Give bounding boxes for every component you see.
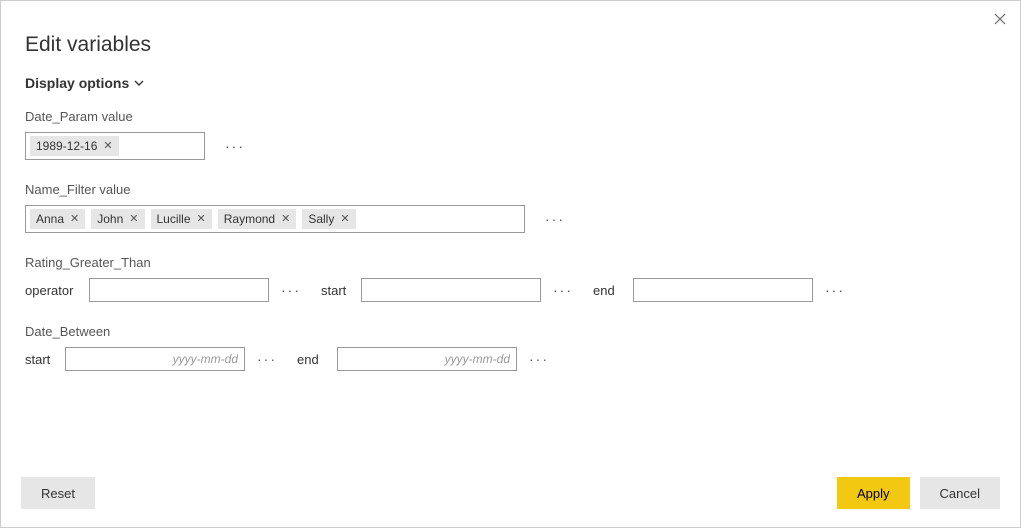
date-param-more-icon[interactable]: ··· bbox=[223, 138, 247, 154]
display-options-label: Display options bbox=[25, 75, 129, 91]
name-filter-chip-text: Lucille bbox=[157, 212, 191, 226]
name-filter-chip-text: Sally bbox=[308, 212, 334, 226]
name-filter-more-icon[interactable]: ··· bbox=[543, 211, 567, 227]
date-between-start-label: start bbox=[25, 352, 55, 367]
chip-close-icon[interactable]: ✕ bbox=[103, 141, 112, 152]
apply-button[interactable]: Apply bbox=[837, 477, 910, 509]
rating-start-group: start ··· bbox=[321, 278, 575, 302]
rating-end-label: end bbox=[593, 283, 623, 298]
name-filter-chip: Sally ✕ bbox=[302, 209, 355, 229]
dialog-body: Edit variables Display options Date_Para… bbox=[1, 1, 1020, 464]
name-filter-chip-text: Anna bbox=[36, 212, 64, 226]
name-filter-chip: Anna ✕ bbox=[30, 209, 85, 229]
reset-button[interactable]: Reset bbox=[21, 477, 95, 509]
name-filter-chip-text: John bbox=[97, 212, 123, 226]
date-between-end-group: end ··· bbox=[297, 347, 551, 371]
date-between-label: Date_Between bbox=[25, 324, 996, 339]
footer-right: Apply Cancel bbox=[837, 477, 1000, 509]
dialog-footer: Reset Apply Cancel bbox=[1, 464, 1020, 527]
close-icon[interactable] bbox=[990, 9, 1010, 31]
date-between-end-label: end bbox=[297, 352, 327, 367]
name-filter-field: Name_Filter value Anna ✕ John ✕ Lucille … bbox=[25, 182, 996, 233]
date-between-field: Date_Between start ··· end ··· bbox=[25, 324, 996, 371]
rating-start-input[interactable] bbox=[361, 278, 541, 302]
name-filter-chip: Lucille ✕ bbox=[151, 209, 212, 229]
chip-close-icon[interactable]: ✕ bbox=[129, 214, 138, 225]
rating-operator-label: operator bbox=[25, 283, 79, 298]
cancel-button[interactable]: Cancel bbox=[920, 477, 1000, 509]
rating-end-group: end ··· bbox=[593, 278, 847, 302]
date-param-field: Date_Param value 1989-12-16 ✕ ··· bbox=[25, 109, 996, 160]
date-param-chip: 1989-12-16 ✕ bbox=[30, 136, 119, 156]
date-param-input[interactable]: 1989-12-16 ✕ bbox=[25, 132, 205, 160]
name-filter-chip: Raymond ✕ bbox=[218, 209, 297, 229]
rating-greater-than-label: Rating_Greater_Than bbox=[25, 255, 996, 270]
rating-greater-than-field: Rating_Greater_Than operator ··· start ·… bbox=[25, 255, 996, 302]
name-filter-input[interactable]: Anna ✕ John ✕ Lucille ✕ Raymond ✕ bbox=[25, 205, 525, 233]
chip-close-icon[interactable]: ✕ bbox=[70, 214, 79, 225]
name-filter-chip-text: Raymond bbox=[224, 212, 275, 226]
rating-end-input[interactable] bbox=[633, 278, 813, 302]
chevron-down-icon bbox=[133, 77, 145, 89]
chip-close-icon[interactable]: ✕ bbox=[281, 214, 290, 225]
rating-start-label: start bbox=[321, 283, 351, 298]
dialog-title: Edit variables bbox=[25, 33, 996, 57]
rating-operator-input[interactable] bbox=[89, 278, 269, 302]
rating-operator-group: operator ··· bbox=[25, 278, 303, 302]
name-filter-label: Name_Filter value bbox=[25, 182, 996, 197]
chip-close-icon[interactable]: ✕ bbox=[340, 214, 349, 225]
chip-close-icon[interactable]: ✕ bbox=[197, 214, 206, 225]
date-between-end-input[interactable] bbox=[337, 347, 517, 371]
display-options-toggle[interactable]: Display options bbox=[25, 75, 145, 91]
date-param-label: Date_Param value bbox=[25, 109, 996, 124]
date-between-start-more-icon[interactable]: ··· bbox=[255, 351, 279, 367]
date-between-start-input[interactable] bbox=[65, 347, 245, 371]
rating-operator-more-icon[interactable]: ··· bbox=[279, 282, 303, 298]
rating-end-more-icon[interactable]: ··· bbox=[823, 282, 847, 298]
date-between-end-more-icon[interactable]: ··· bbox=[527, 351, 551, 367]
rating-start-more-icon[interactable]: ··· bbox=[551, 282, 575, 298]
date-between-start-group: start ··· bbox=[25, 347, 279, 371]
edit-variables-dialog: Edit variables Display options Date_Para… bbox=[0, 0, 1021, 528]
date-param-chip-text: 1989-12-16 bbox=[36, 139, 97, 153]
name-filter-chip: John ✕ bbox=[91, 209, 144, 229]
